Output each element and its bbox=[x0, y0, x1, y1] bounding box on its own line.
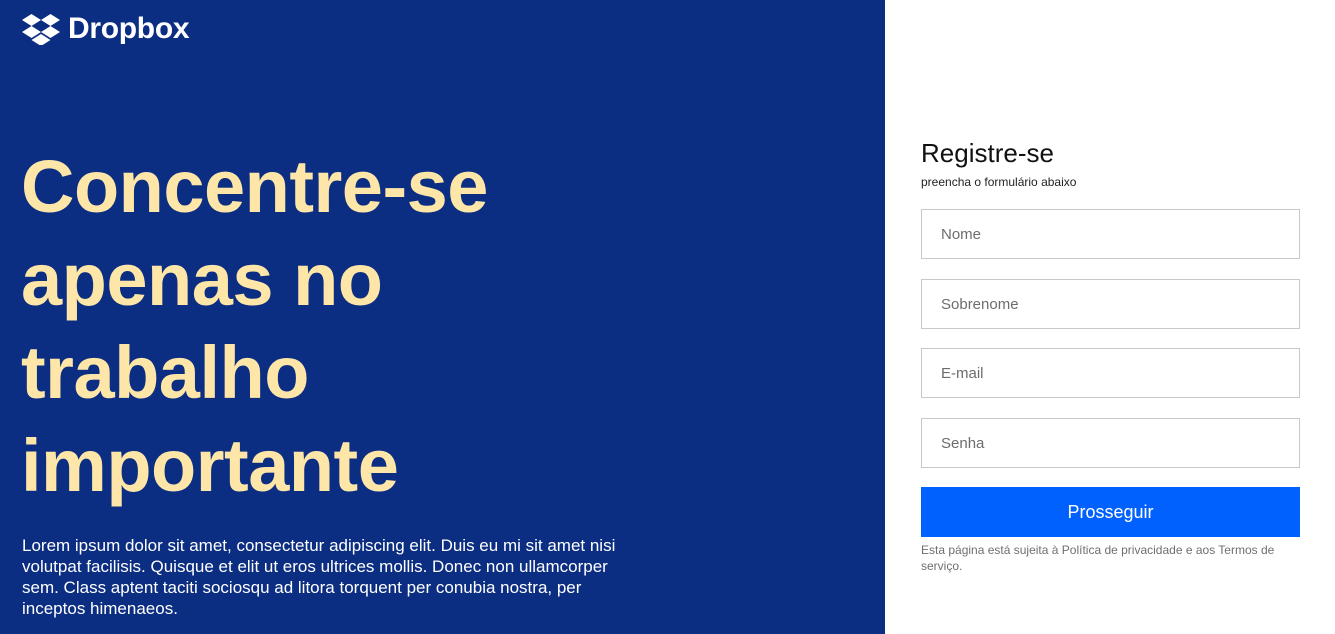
brand-logo[interactable]: Dropbox bbox=[22, 12, 190, 46]
last-name-input[interactable] bbox=[921, 279, 1300, 329]
terms-notice: Esta página está sujeita à Política de p… bbox=[921, 543, 1275, 573]
dropbox-logo-icon bbox=[22, 13, 60, 45]
email-input[interactable] bbox=[921, 348, 1300, 398]
brand-name: Dropbox bbox=[68, 12, 190, 45]
password-input[interactable] bbox=[921, 418, 1300, 468]
form-subtitle: preencha o formulário abaixo bbox=[921, 175, 1077, 189]
hero-panel: Dropbox Concentre-se apenas no trabalho … bbox=[0, 0, 885, 634]
continue-button[interactable]: Prosseguir bbox=[921, 487, 1300, 537]
first-name-input[interactable] bbox=[921, 209, 1300, 259]
signup-page: Dropbox Concentre-se apenas no trabalho … bbox=[0, 0, 1335, 634]
hero-description: Lorem ipsum dolor sit amet, consectetur … bbox=[22, 536, 616, 618]
form-title: Registre-se bbox=[921, 138, 1054, 168]
signup-panel: Registre-se preencha o formulário abaixo… bbox=[885, 0, 1335, 634]
hero-headline: Concentre-se apenas no trabalho importan… bbox=[21, 145, 488, 507]
